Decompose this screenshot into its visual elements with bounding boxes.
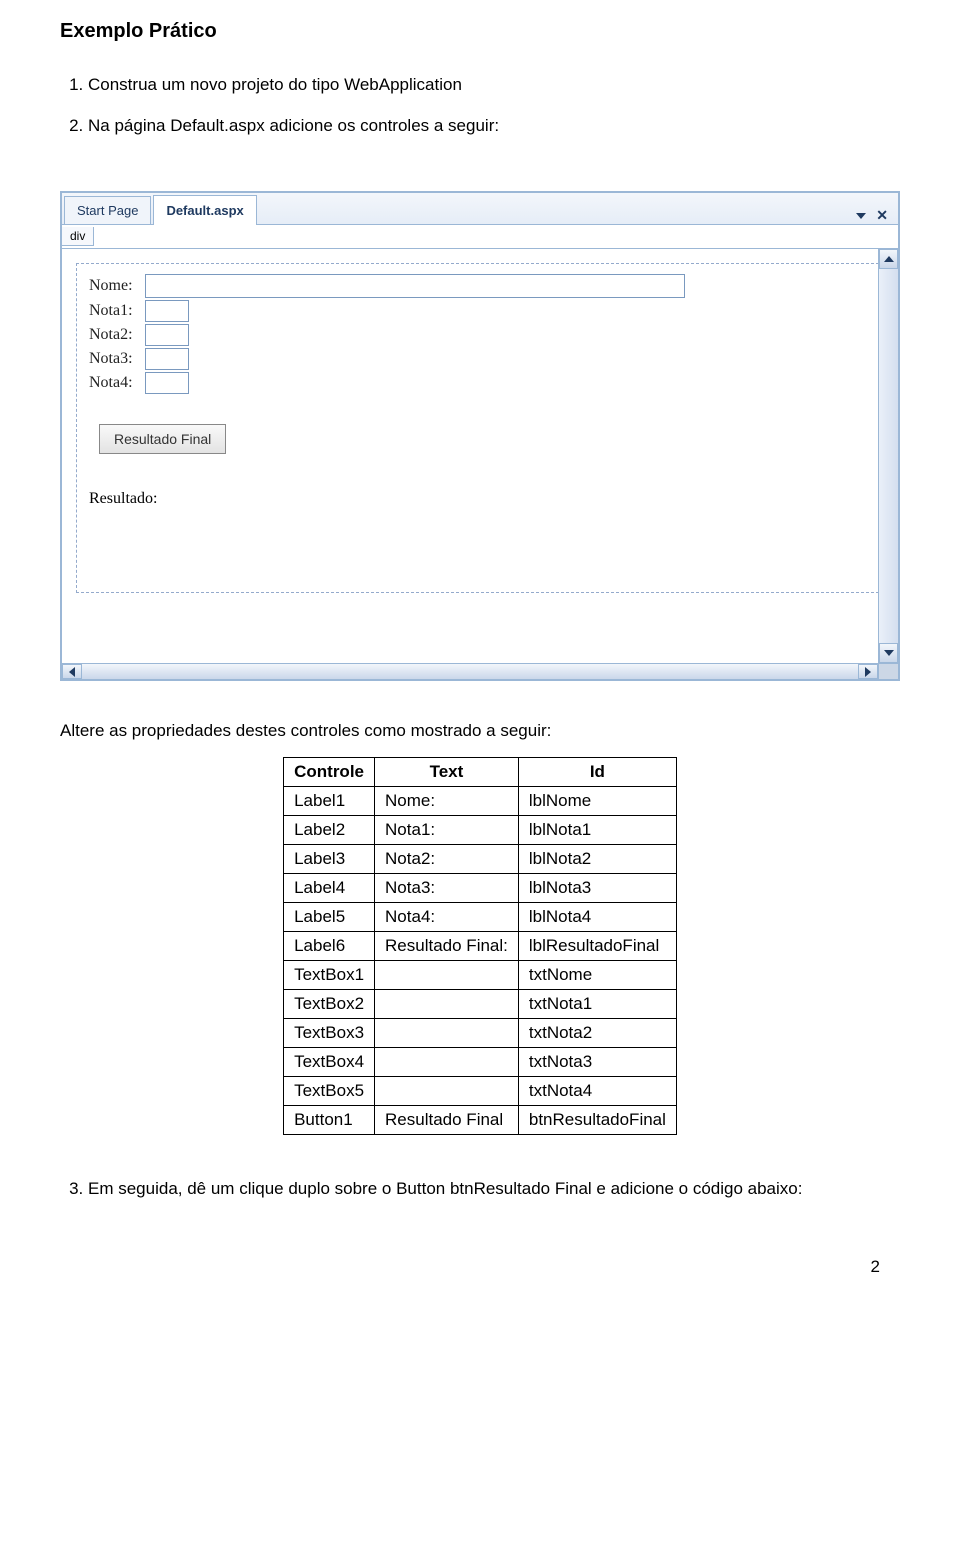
col-controle: Controle <box>284 758 375 787</box>
horizontal-scrollbar[interactable] <box>62 663 878 679</box>
table-cell: Nota4: <box>375 903 519 932</box>
table-cell <box>375 1048 519 1077</box>
textbox-nota1[interactable] <box>145 300 189 322</box>
label-nome: Nome: <box>89 277 145 295</box>
label-nota2: Nota2: <box>89 326 145 344</box>
table-cell: TextBox3 <box>284 1019 375 1048</box>
table-cell: Nota2: <box>375 845 519 874</box>
step-1: Construa um novo projeto do tipo WebAppl… <box>88 71 900 98</box>
table-row: Label3Nota2:lblNota2 <box>284 845 677 874</box>
table-row: TextBox2 txtNota1 <box>284 990 677 1019</box>
table-cell: txtNota4 <box>518 1077 676 1106</box>
design-surface: Nome: Nota1: Nota2: Nota3: Nota4: <box>62 249 898 679</box>
table-cell: txtNota3 <box>518 1048 676 1077</box>
table-cell: Nota3: <box>375 874 519 903</box>
col-id: Id <box>518 758 676 787</box>
table-cell: Nome: <box>375 787 519 816</box>
textbox-nome[interactable] <box>145 274 685 298</box>
vs-screenshot: Start Page Default.aspx ✕ div Nome: Nota… <box>60 191 900 681</box>
page-title: Exemplo Prático <box>60 20 900 43</box>
table-row: Label1Nome:lblNome <box>284 787 677 816</box>
table-cell: txtNota2 <box>518 1019 676 1048</box>
step-2: Na página Default.aspx adicione os contr… <box>88 112 900 139</box>
button-resultado-final[interactable]: Resultado Final <box>99 424 226 454</box>
label-nota4: Nota4: <box>89 374 145 392</box>
table-cell: Label2 <box>284 816 375 845</box>
properties-table: Controle Text Id Label1Nome:lblNomeLabel… <box>283 757 677 1135</box>
table-header-row: Controle Text Id <box>284 758 677 787</box>
scroll-left-arrow-icon[interactable] <box>62 664 82 679</box>
table-cell <box>375 1019 519 1048</box>
table-row: TextBox4 txtNota3 <box>284 1048 677 1077</box>
page-number: 2 <box>0 1257 960 1277</box>
design-container: Nome: Nota1: Nota2: Nota3: Nota4: <box>76 263 884 593</box>
table-cell: Nota1: <box>375 816 519 845</box>
breadcrumb-bar: div <box>62 225 898 249</box>
label-nota3: Nota3: <box>89 350 145 368</box>
table-cell: Resultado Final <box>375 1106 519 1135</box>
table-row: Label6Resultado Final:lblResultadoFinal <box>284 932 677 961</box>
table-cell: txtNome <box>518 961 676 990</box>
col-text: Text <box>375 758 519 787</box>
table-cell: Resultado Final: <box>375 932 519 961</box>
scroll-down-arrow-icon[interactable] <box>879 643 898 663</box>
scroll-corner <box>878 663 898 679</box>
table-cell <box>375 961 519 990</box>
scroll-right-arrow-icon[interactable] <box>858 664 878 679</box>
table-cell: Label1 <box>284 787 375 816</box>
table-cell: TextBox1 <box>284 961 375 990</box>
table-row: Button1Resultado FinalbtnResultadoFinal <box>284 1106 677 1135</box>
table-cell: lblNota2 <box>518 845 676 874</box>
table-cell: TextBox5 <box>284 1077 375 1106</box>
table-cell: Label3 <box>284 845 375 874</box>
tab-menu-caret-icon[interactable] <box>856 213 866 219</box>
textbox-nota2[interactable] <box>145 324 189 346</box>
vertical-scrollbar[interactable] <box>878 249 898 663</box>
alter-properties-text: Altere as propriedades destes controles … <box>60 721 900 741</box>
table-cell: Label4 <box>284 874 375 903</box>
table-cell: lblResultadoFinal <box>518 932 676 961</box>
table-cell: Button1 <box>284 1106 375 1135</box>
table-cell: lblNota3 <box>518 874 676 903</box>
breadcrumb-div[interactable]: div <box>62 227 94 246</box>
table-row: TextBox5 txtNota4 <box>284 1077 677 1106</box>
scroll-up-arrow-icon[interactable] <box>879 249 898 269</box>
table-cell <box>375 990 519 1019</box>
table-cell <box>375 1077 519 1106</box>
table-row: TextBox1 txtNome <box>284 961 677 990</box>
label-nota1: Nota1: <box>89 302 145 320</box>
tab-bar: Start Page Default.aspx ✕ <box>62 193 898 225</box>
step-3: Em seguida, dê um clique duplo sobre o B… <box>88 1175 900 1202</box>
table-row: Label5Nota4:lblNota4 <box>284 903 677 932</box>
table-cell: lblNome <box>518 787 676 816</box>
table-cell: TextBox4 <box>284 1048 375 1077</box>
close-icon[interactable]: ✕ <box>876 207 888 224</box>
label-resultado: Resultado: <box>89 490 871 508</box>
tab-default-aspx[interactable]: Default.aspx <box>153 195 256 225</box>
table-cell: TextBox2 <box>284 990 375 1019</box>
table-row: Label2Nota1:lblNota1 <box>284 816 677 845</box>
table-cell: txtNota1 <box>518 990 676 1019</box>
table-cell: btnResultadoFinal <box>518 1106 676 1135</box>
table-row: Label4Nota3:lblNota3 <box>284 874 677 903</box>
table-cell: Label5 <box>284 903 375 932</box>
textbox-nota4[interactable] <box>145 372 189 394</box>
table-cell: Label6 <box>284 932 375 961</box>
table-row: TextBox3 txtNota2 <box>284 1019 677 1048</box>
table-cell: lblNota4 <box>518 903 676 932</box>
tab-start-page[interactable]: Start Page <box>64 196 151 224</box>
textbox-nota3[interactable] <box>145 348 189 370</box>
table-cell: lblNota1 <box>518 816 676 845</box>
